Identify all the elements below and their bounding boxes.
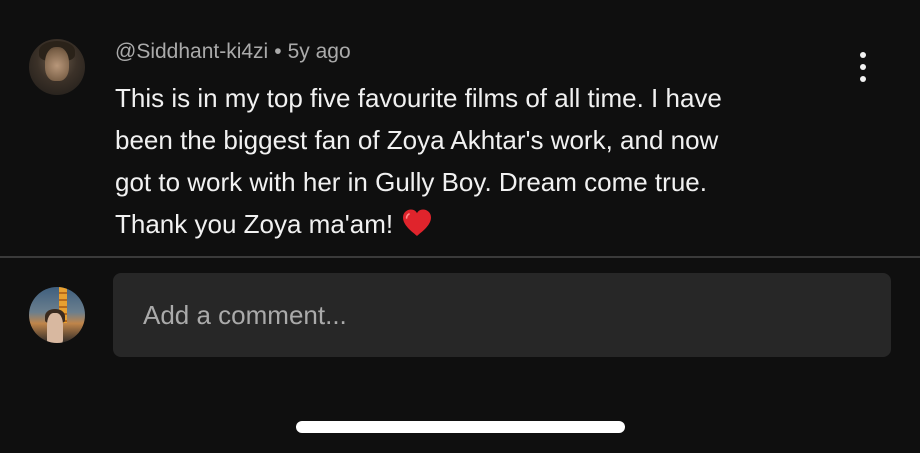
more-vertical-icon <box>860 76 866 82</box>
comment-line-last: Thank you Zoya ma'am! <box>115 203 845 245</box>
comment-thread-screen: @Siddhant-ki4zi • 5y ago This is in my top… <box>0 0 920 453</box>
divider <box>0 256 920 258</box>
more-options-button[interactable] <box>848 50 878 84</box>
avatar-person <box>47 313 63 343</box>
user-avatar[interactable] <box>29 287 85 343</box>
more-vertical-icon <box>860 64 866 70</box>
add-comment-placeholder: Add a comment... <box>143 299 347 330</box>
comment-body: This is in my top five favourite films o… <box>115 77 845 245</box>
comment-line: been the biggest fan of Zoya Akhtar's wo… <box>115 125 719 155</box>
comment-item: @Siddhant-ki4zi • 5y ago This is in my top… <box>0 0 920 256</box>
commenter-avatar[interactable] <box>29 39 85 95</box>
home-indicator[interactable] <box>296 421 625 433</box>
avatar-face <box>45 47 69 81</box>
meta-separator: • <box>274 40 282 63</box>
comment-author[interactable]: @Siddhant-ki4zi <box>115 40 268 63</box>
comment-age: 5y ago <box>287 40 351 63</box>
heart-icon <box>403 209 432 236</box>
comment-line: Thank you Zoya ma'am! <box>115 209 394 239</box>
add-comment-input[interactable]: Add a comment... <box>113 273 891 357</box>
comment-meta: @Siddhant-ki4zi • 5y ago <box>115 40 351 64</box>
comment-line: This is in my top five favourite films o… <box>115 83 722 113</box>
comment-line: got to work with her in Gully Boy. Dream… <box>115 167 707 197</box>
more-vertical-icon <box>860 52 866 58</box>
